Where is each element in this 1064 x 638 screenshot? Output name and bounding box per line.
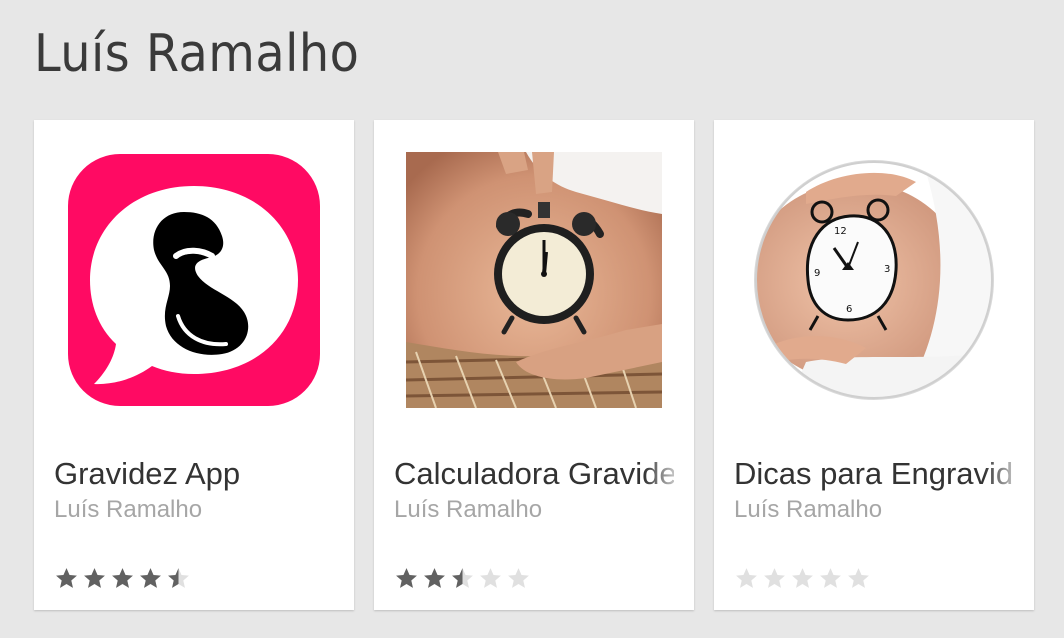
star-filled-icon (396, 568, 417, 588)
calculadora-gravidez-icon[interactable] (406, 152, 662, 408)
star-empty-icon (848, 568, 869, 588)
star-empty-icon (792, 568, 813, 588)
star-rating (54, 566, 191, 591)
app-title[interactable]: Dicas para Engravidar (734, 454, 1014, 494)
star-half-icon (168, 568, 189, 588)
star-filled-icon (140, 568, 161, 588)
section-title[interactable]: Luís Ramalho (34, 18, 359, 90)
star-empty-icon (480, 568, 501, 588)
app-cards-row: Gravidez App Luís Ramalho Calculadora Gr… (34, 120, 1034, 610)
star-empty-icon (508, 568, 529, 588)
title-fade (644, 450, 694, 498)
star-empty-icon (736, 568, 757, 588)
app-author[interactable]: Luís Ramalho (54, 494, 202, 526)
svg-text:12: 12 (834, 226, 847, 237)
star-filled-icon (424, 568, 445, 588)
star-half-icon (452, 568, 473, 588)
svg-text:6: 6 (846, 304, 852, 315)
title-fade (984, 450, 1034, 498)
app-author[interactable]: Luís Ramalho (734, 494, 882, 526)
star-rating (734, 566, 871, 591)
star-filled-icon (112, 568, 133, 588)
star-rating (394, 566, 531, 591)
star-filled-icon (84, 568, 105, 588)
app-card-calculadora-gravidez[interactable]: Calculadora Gravidez Luís Ramalho (374, 120, 694, 610)
svg-text:3: 3 (884, 264, 890, 275)
gravidez-app-icon[interactable] (66, 152, 322, 408)
app-card-gravidez-app[interactable]: Gravidez App Luís Ramalho (34, 120, 354, 610)
svg-text:9: 9 (814, 268, 820, 279)
dicas-para-engravidar-icon[interactable]: 12 3 6 9 (746, 152, 1002, 408)
star-filled-icon (56, 568, 77, 588)
star-empty-icon (764, 568, 785, 588)
app-author[interactable]: Luís Ramalho (394, 494, 542, 526)
app-title[interactable]: Calculadora Gravidez (394, 454, 674, 494)
star-empty-icon (820, 568, 841, 588)
app-title[interactable]: Gravidez App (54, 454, 334, 494)
app-card-dicas-para-engravidar[interactable]: 12 3 6 9 Dicas para Engravidar Luís Rama… (714, 120, 1034, 610)
